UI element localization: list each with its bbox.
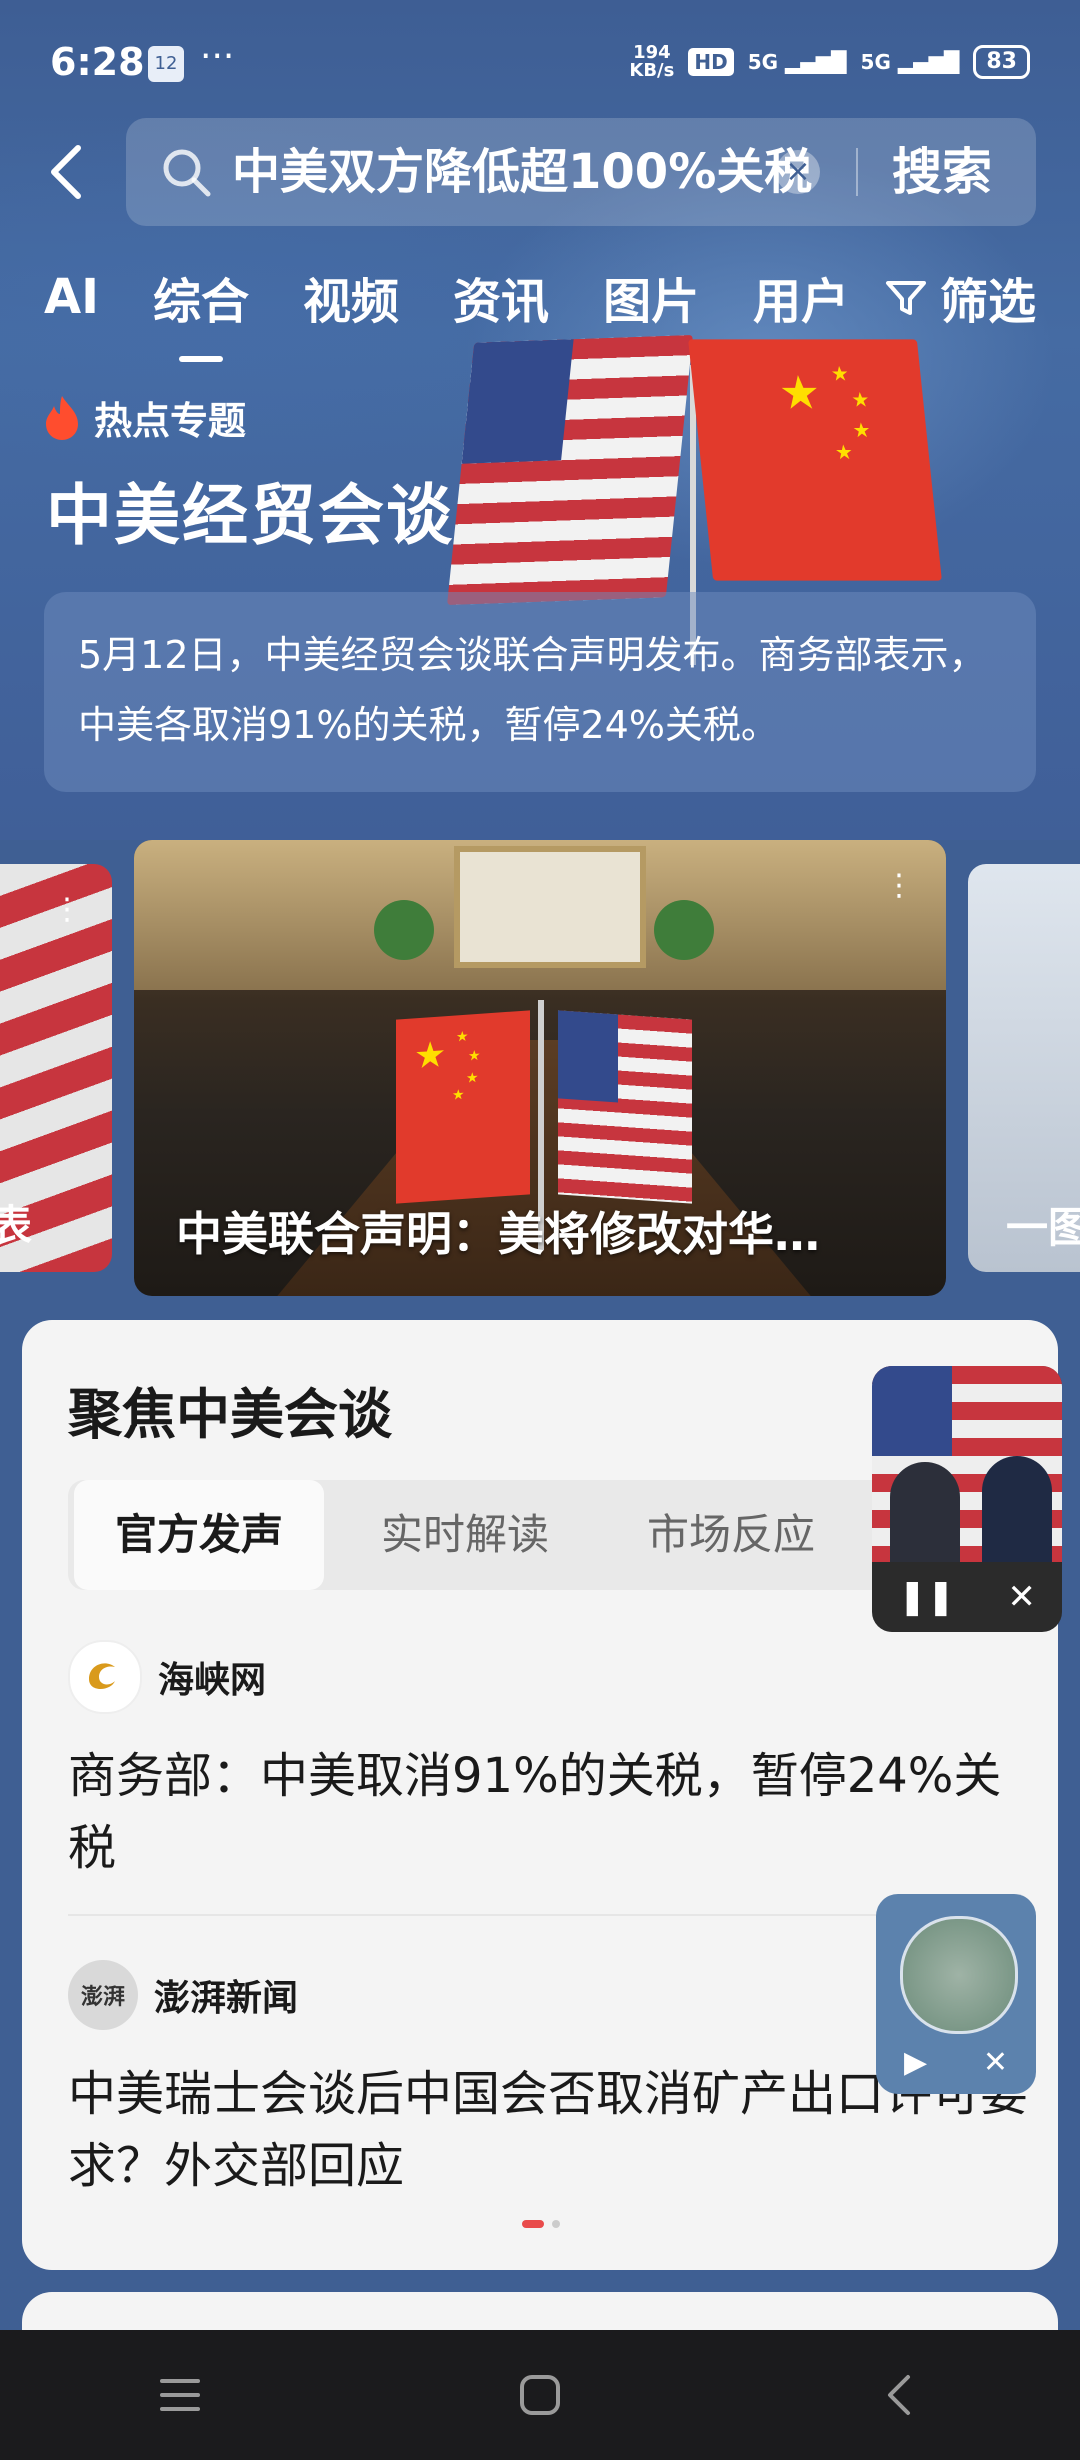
hd-badge: HD — [688, 48, 734, 76]
audio-controls: ▶ ✕ — [876, 2034, 1036, 2090]
china-flag-image: ★ ★ ★ ★ ★ — [396, 1010, 530, 1204]
carousel-left-caption: 表 — [0, 1201, 33, 1250]
system-nav-bar — [0, 2330, 1080, 2460]
more-icon[interactable]: ⋮ — [52, 892, 82, 927]
page-dot — [552, 2220, 560, 2228]
signal-icon: 5G ▂▄▆█ — [860, 50, 960, 74]
segment-live-analysis[interactable]: 实时解读 — [340, 1480, 590, 1590]
search-icon — [163, 149, 211, 197]
segment-official[interactable]: 官方发声 — [74, 1480, 324, 1590]
carousel-card-left[interactable]: ⋮ 表 — [0, 864, 112, 1272]
home-icon[interactable] — [500, 2355, 580, 2435]
carousel-right-caption: 一图 — [1006, 1203, 1080, 1252]
speaker-figure — [890, 1462, 960, 1562]
tab-images[interactable]: 图片 — [603, 262, 699, 332]
speaker-figure — [982, 1456, 1052, 1562]
status-indicators: 194 KB/s HD 5G ▂▄▆█ 5G ▂▄▆█ 83 — [629, 44, 1030, 80]
segment-control: 官方发声 实时解读 市场反应 — [68, 1480, 888, 1590]
search-bar[interactable]: 中美双方降低超100%关税 × 搜索 — [126, 118, 1036, 226]
video-thumbnail — [872, 1366, 1062, 1562]
news-source-name: 海峡网 — [158, 1660, 267, 1701]
topic-summary[interactable]: 5月12日，中美经贸会谈联合声明发布。商务部表示，中美各取消91%的关税，暂停2… — [44, 592, 1036, 792]
china-flag-image: ★ ★ ★ ★ ★ — [688, 339, 942, 581]
search-divider — [856, 148, 858, 196]
search-input[interactable]: 中美双方降低超100%关税 — [232, 140, 842, 204]
tab-users[interactable]: 用户 — [753, 262, 849, 332]
back-icon[interactable] — [860, 2355, 940, 2435]
filter-label: 筛选 — [939, 274, 1036, 330]
fire-icon — [46, 395, 78, 440]
audio-cover — [900, 1916, 1018, 2034]
filter-icon — [885, 281, 926, 315]
tab-video[interactable]: 视频 — [303, 262, 399, 332]
battery-icon: 83 — [973, 45, 1030, 79]
floating-audio-player[interactable]: ▶ ✕ — [876, 1894, 1036, 2094]
signal-label-2: 5G — [860, 50, 891, 74]
haixia-logo — [68, 1640, 142, 1714]
carousel-main-caption: 中美联合声明：美将修改对华… — [176, 1207, 820, 1261]
segment-market-reaction[interactable]: 市场反应 — [606, 1480, 856, 1590]
thepaper-logo: 澎湃 — [68, 1960, 138, 2030]
hot-topic-text: 热点专题 — [94, 399, 247, 443]
tab-news[interactable]: 资讯 — [453, 262, 549, 332]
signal-label-1: 5G — [747, 50, 779, 74]
news-source-name: 澎湃新闻 — [154, 1978, 299, 2019]
topic-title[interactable]: 中美经贸会谈 — [46, 462, 454, 558]
close-icon[interactable]: ✕ — [983, 2045, 1008, 2080]
haixia-logo-mark — [89, 1663, 115, 1689]
hot-topic-label: 热点专题 — [42, 390, 246, 445]
floating-video-player[interactable]: ❚❚ ✕ — [872, 1366, 1062, 1632]
status-more-icon: ··· — [200, 36, 235, 77]
page-dot-active — [522, 2220, 544, 2228]
plant-decoration — [374, 900, 434, 960]
close-icon[interactable]: ✕ — [1007, 1577, 1036, 1617]
video-controls: ❚❚ ✕ — [872, 1562, 1062, 1632]
more-icon[interactable]: ⋮ — [884, 868, 914, 903]
wall-painting — [454, 846, 646, 968]
notification-icon: 12 — [148, 46, 184, 82]
menu-icon[interactable] — [140, 2355, 220, 2435]
panel-title: 聚焦中美会谈 — [68, 1383, 392, 1446]
news-title[interactable]: 商务部：中美取消91%的关税，暂停24%关税 — [68, 1740, 1028, 1884]
us-flag-image — [447, 334, 693, 606]
result-tabs: AI 综合 视频 资讯 图片 用户 — [44, 262, 903, 362]
news-source[interactable]: 海峡网 — [68, 1640, 266, 1714]
carousel-card-right[interactable]: 一图 — [968, 864, 1080, 1272]
status-time: 6:28 — [50, 40, 145, 84]
tab-comprehensive[interactable]: 综合 — [153, 262, 249, 362]
filter-button[interactable]: 筛选 — [884, 262, 1036, 332]
carousel-card-main[interactable]: ★ ★ ★ ★ ★ ⋮ 中美联合声明：美将修改对华… — [134, 840, 946, 1296]
pause-icon[interactable]: ❚❚ — [898, 1577, 955, 1617]
play-icon[interactable]: ▶ — [904, 2045, 927, 2080]
search-button[interactable]: 搜索 — [892, 140, 992, 204]
pagination-dots — [522, 2220, 560, 2228]
topic-summary-text: 5月12日，中美经贸会谈联合声明发布。商务部表示，中美各取消91%的关税，暂停2… — [78, 633, 987, 747]
network-speed-unit: KB/s — [629, 60, 675, 81]
clear-icon[interactable]: × — [776, 150, 820, 194]
signal-icon: 5G ▂▄▆█ — [747, 50, 847, 74]
us-flag-image — [558, 1010, 692, 1204]
news-source[interactable]: 澎湃 澎湃新闻 — [68, 1960, 298, 2030]
tab-ai[interactable]: AI — [44, 269, 99, 325]
plant-decoration — [654, 900, 714, 960]
network-speed: 194 KB/s — [629, 44, 674, 80]
back-arrow-icon[interactable] — [40, 142, 100, 202]
